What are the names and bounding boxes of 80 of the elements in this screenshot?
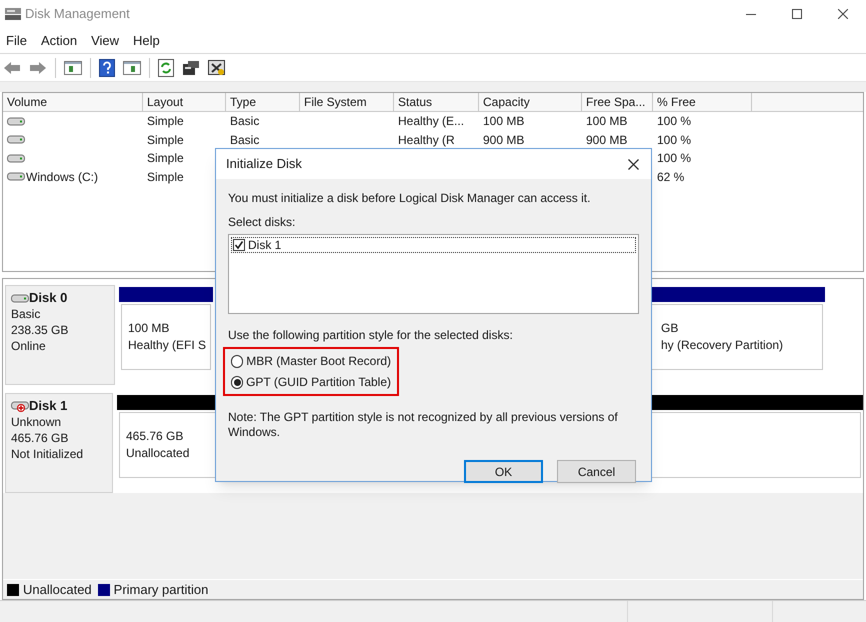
drive-icon xyxy=(7,135,25,144)
column-header[interactable]: Layout xyxy=(143,93,226,112)
column-header[interactable]: Status xyxy=(394,93,479,112)
maximize-icon xyxy=(792,9,802,19)
table-cell-text: Simple xyxy=(147,168,184,186)
partition-text: 465.76 GB xyxy=(126,428,184,445)
disk-name: Disk 1 xyxy=(29,398,68,414)
column-header[interactable]: File System xyxy=(300,93,394,112)
select-disks-label: Select disks: xyxy=(228,214,296,231)
partition-text: GB xyxy=(661,320,678,337)
menu-item[interactable]: Action xyxy=(36,30,82,50)
disk-list-item[interactable]: Disk 1 xyxy=(231,237,636,253)
column-header[interactable]: Volume xyxy=(3,93,143,112)
table-cell-text: Basic xyxy=(230,113,260,130)
drive-icon xyxy=(7,172,25,182)
menu-item[interactable]: Help xyxy=(129,30,164,50)
disk-size: 465.76 GB xyxy=(11,430,70,446)
close-icon xyxy=(838,9,848,19)
menu-item[interactable]: View xyxy=(87,30,124,50)
panel-icon xyxy=(64,60,82,74)
dialog-message: You must initialize a disk before Logical Disk Manager can access it. xyxy=(228,190,592,207)
disk-status: Online xyxy=(11,338,47,354)
forward-arrow-icon xyxy=(29,60,47,74)
table-cell-text: Basic xyxy=(230,132,260,149)
table-cell-text: 900 MB xyxy=(586,132,628,149)
table-cell-text: Simple xyxy=(147,150,184,168)
note-text: Note: The GPT partition style is not recognized by all previous versions of Windows. xyxy=(228,410,618,440)
table-cell-text: Healthy (R xyxy=(398,132,455,149)
column-header[interactable]: Capacity xyxy=(479,93,582,112)
drive-icon xyxy=(7,116,25,126)
radio-label: GPT (GUID Partition Table) xyxy=(246,374,391,391)
disk-type: Unknown xyxy=(11,414,62,430)
help-button[interactable] xyxy=(97,56,117,78)
radio-button[interactable] xyxy=(231,354,244,368)
drive-icon xyxy=(11,294,29,302)
back-arrow-icon xyxy=(3,60,21,74)
radio-label: MBR (Master Boot Record) xyxy=(246,353,391,370)
partition-style-label: Use the following partition style for the selected disks: xyxy=(228,327,514,344)
disk-list-label: Disk 1 xyxy=(248,237,282,254)
column-header[interactable]: Type xyxy=(226,93,300,112)
help-icon xyxy=(99,58,115,76)
partition-text: hy (Recovery Partition) xyxy=(661,337,784,354)
drive-icon xyxy=(7,154,25,163)
radio-button[interactable] xyxy=(231,376,244,388)
partition-text: 100 MB xyxy=(128,320,170,337)
app-icon xyxy=(4,6,22,22)
partition-box[interactable]: 100 MB Healthy (EFI S xyxy=(121,304,211,370)
column-header[interactable]: % Free xyxy=(653,93,752,112)
partition-text: Unallocated xyxy=(126,445,190,462)
window-title: Disk Management xyxy=(25,5,130,24)
dialog-title: Initialize Disk xyxy=(226,155,302,174)
legend-label: Primary partition xyxy=(114,580,208,599)
table-cell-text: Simple xyxy=(147,132,184,149)
table-cell-text: 100 % xyxy=(657,150,692,168)
partition-text: Healthy (EFI S xyxy=(128,337,206,354)
table-cell-text: 100 % xyxy=(657,113,692,130)
table-cell-text: 100 MB xyxy=(483,113,524,130)
menu-item[interactable]: File xyxy=(2,30,31,50)
close-icon xyxy=(628,158,638,170)
table-cell-text: Windows (C:) xyxy=(26,168,98,186)
disk-status: Not Initialized xyxy=(11,446,84,462)
column-header[interactable]: Free Spa... xyxy=(582,93,653,112)
table-cell-text: 100 % xyxy=(657,132,692,149)
legend-label: Unallocated xyxy=(23,580,92,599)
disk-list[interactable]: Disk 1 xyxy=(228,234,639,314)
disk-name: Disk 0 xyxy=(29,290,68,306)
table-cell-text: Healthy (E... xyxy=(398,113,464,130)
drive-error-icon xyxy=(11,400,29,412)
panel-icon xyxy=(123,60,141,74)
table-cell-text: 100 MB xyxy=(586,113,628,130)
checkbox[interactable] xyxy=(233,239,245,251)
disk-size: 238.35 GB xyxy=(11,322,70,338)
table-cell-text: Simple xyxy=(147,113,184,130)
table-cell-text: 900 MB xyxy=(483,132,524,149)
table-cell-text: 62 % xyxy=(657,168,684,186)
dialog-button[interactable]: Cancel xyxy=(557,460,636,483)
disk-type: Basic xyxy=(11,306,42,322)
dialog-button[interactable]: OK xyxy=(464,460,543,483)
refresh-button[interactable] xyxy=(156,56,176,78)
refresh-icon xyxy=(158,58,174,76)
